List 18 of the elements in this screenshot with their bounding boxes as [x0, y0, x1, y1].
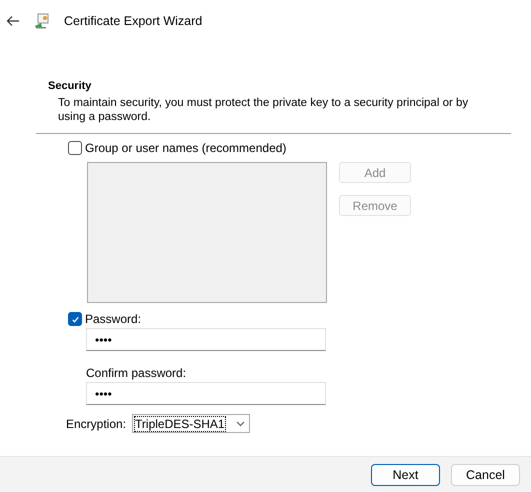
encryption-label: Encryption:: [66, 416, 126, 430]
confirm-password-field[interactable]: ••••: [86, 382, 326, 405]
password-field[interactable]: ••••: [86, 328, 326, 351]
section-description: To maintain security, you must protect the private key to a security principal or by using a password.: [57, 96, 470, 124]
back-arrow-icon[interactable]: [6, 15, 20, 27]
certificate-icon: [34, 13, 50, 29]
next-button[interactable]: Next: [371, 464, 440, 486]
confirm-password-label: Confirm password:: [86, 366, 188, 380]
password-checkbox[interactable]: [68, 312, 82, 326]
checkbox-label: Group or user names (recommended): [85, 141, 286, 155]
chevron-down-icon: [236, 420, 246, 426]
checkmark-icon: [70, 314, 80, 324]
section-heading: Security: [47, 80, 92, 92]
window-title: Certificate Export Wizard: [64, 14, 202, 28]
group-checkbox[interactable]: [68, 141, 82, 155]
cancel-button[interactable]: Cancel: [451, 464, 520, 486]
encryption-dropdown[interactable]: TripleDES-SHA1: [132, 414, 250, 433]
checkbox-label: Password:: [85, 312, 142, 326]
